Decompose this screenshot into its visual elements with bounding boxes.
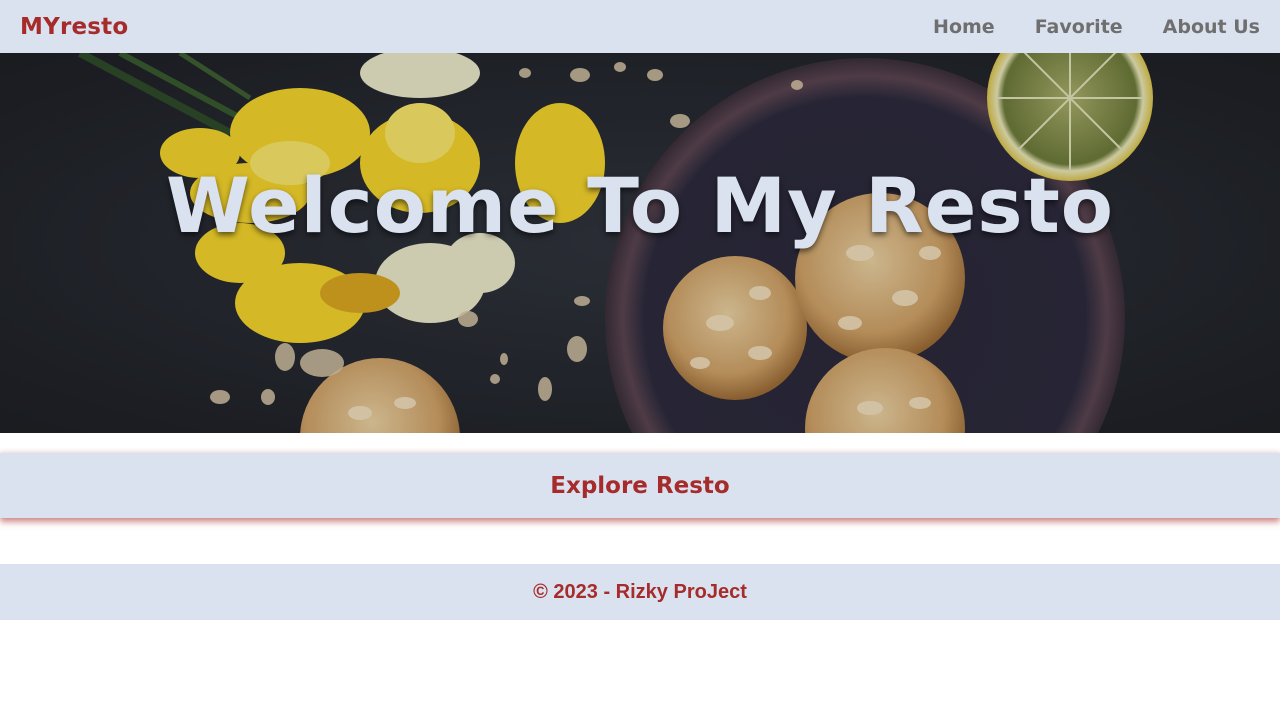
nav-link-favorite[interactable]: Favorite [1035, 16, 1123, 38]
navbar: MYresto Home Favorite About Us [0, 0, 1280, 53]
explore-title: Explore Resto [550, 472, 730, 499]
nav-link-about-us[interactable]: About Us [1163, 16, 1260, 38]
hero-banner: Welcome To My Resto [0, 53, 1280, 433]
brand-logo[interactable]: MYresto [20, 14, 128, 40]
nav-menu: Home Favorite About Us [893, 16, 1260, 38]
footer-copyright: © 2023 - Rizky ProJect [533, 580, 747, 603]
footer: © 2023 - Rizky ProJect [0, 564, 1280, 620]
hero-title: Welcome To My Resto [165, 161, 1115, 250]
nav-link-home[interactable]: Home [933, 16, 995, 38]
explore-section-header: Explore Resto [0, 453, 1280, 518]
